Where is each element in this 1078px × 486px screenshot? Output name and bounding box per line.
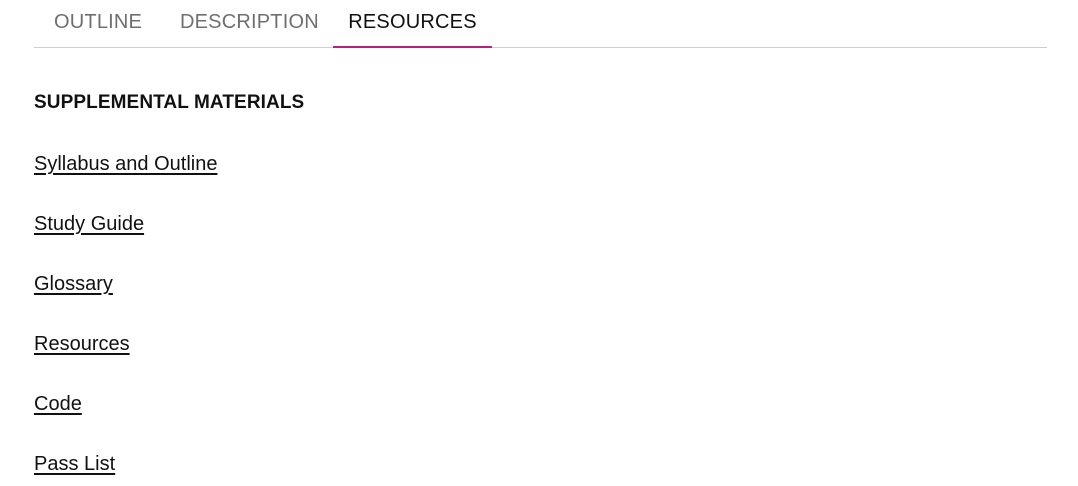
materials-list: Syllabus and Outline Study Guide Glossar… (34, 150, 217, 486)
pass-list-link[interactable]: Pass List (34, 453, 115, 475)
study-guide-link[interactable]: Study Guide (34, 213, 144, 235)
list-item: Syllabus and Outline (34, 150, 217, 210)
tab-bar: OUTLINE DESCRIPTION RESOURCES (34, 0, 1047, 48)
syllabus-outline-link[interactable]: Syllabus and Outline (34, 153, 217, 175)
section-title: SUPPLEMENTAL MATERIALS (34, 92, 305, 113)
glossary-link[interactable]: Glossary (34, 273, 113, 295)
resources-panel: OUTLINE DESCRIPTION RESOURCES SUPPLEMENT… (0, 0, 1078, 486)
list-item: Glossary (34, 270, 217, 330)
list-item: Code (34, 390, 217, 450)
tab-outline[interactable]: OUTLINE (54, 0, 142, 48)
list-item: Resources (34, 330, 217, 390)
resources-link[interactable]: Resources (34, 333, 130, 355)
list-item: Study Guide (34, 210, 217, 270)
code-link[interactable]: Code (34, 393, 82, 415)
tab-description[interactable]: DESCRIPTION (180, 0, 319, 48)
tab-resources[interactable]: RESOURCES (333, 0, 492, 48)
list-item: Pass List (34, 450, 217, 486)
